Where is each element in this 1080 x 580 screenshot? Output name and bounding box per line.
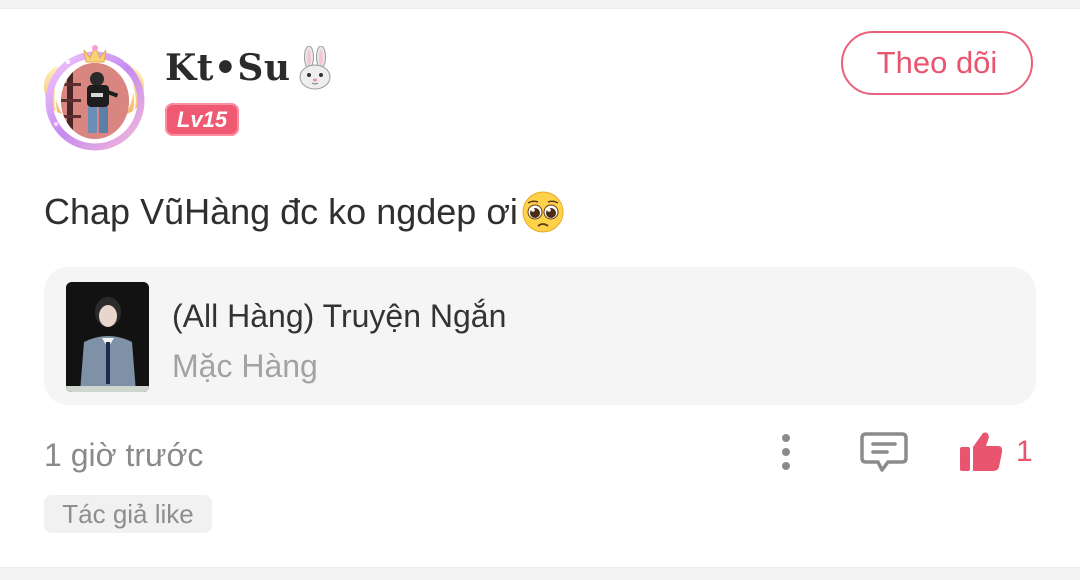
story-cover-image xyxy=(66,282,149,392)
avatar-photo xyxy=(61,63,129,139)
rabbit-icon xyxy=(299,46,331,90)
username-text: Kt•Su xyxy=(165,47,291,89)
comment-button[interactable] xyxy=(860,430,908,476)
like-count: 1 xyxy=(1016,435,1033,468)
story-card[interactable]: (All Hàng) Truyện Ngắn Mặc Hàng xyxy=(44,267,1036,405)
story-author: Mặc Hàng xyxy=(172,348,318,384)
thumbs-up-icon xyxy=(960,432,1003,471)
top-divider xyxy=(0,0,1080,9)
comment-icon xyxy=(860,432,908,472)
more-vertical-icon xyxy=(782,434,790,470)
level-badge: Lv15 xyxy=(165,103,239,136)
post-text: Chap VũHàng đc ko ngdep ơi xyxy=(44,187,566,237)
more-options-button[interactable] xyxy=(770,430,802,476)
avatar[interactable] xyxy=(38,40,150,152)
timestamp: 1 giờ trước xyxy=(44,437,204,473)
bottom-divider xyxy=(0,567,1080,580)
author-like-tag: Tác giả like xyxy=(44,495,212,533)
post-text-content: Chap VũHàng đc ko ngdep ơi xyxy=(44,191,518,232)
story-title: (All Hàng) Truyện Ngắn xyxy=(172,298,507,334)
pleading-face-emoji-icon xyxy=(522,191,564,233)
username[interactable]: Kt•Su xyxy=(165,46,335,90)
follow-button[interactable]: Theo dõi xyxy=(841,31,1033,95)
like-button[interactable]: 1 xyxy=(958,428,1038,476)
